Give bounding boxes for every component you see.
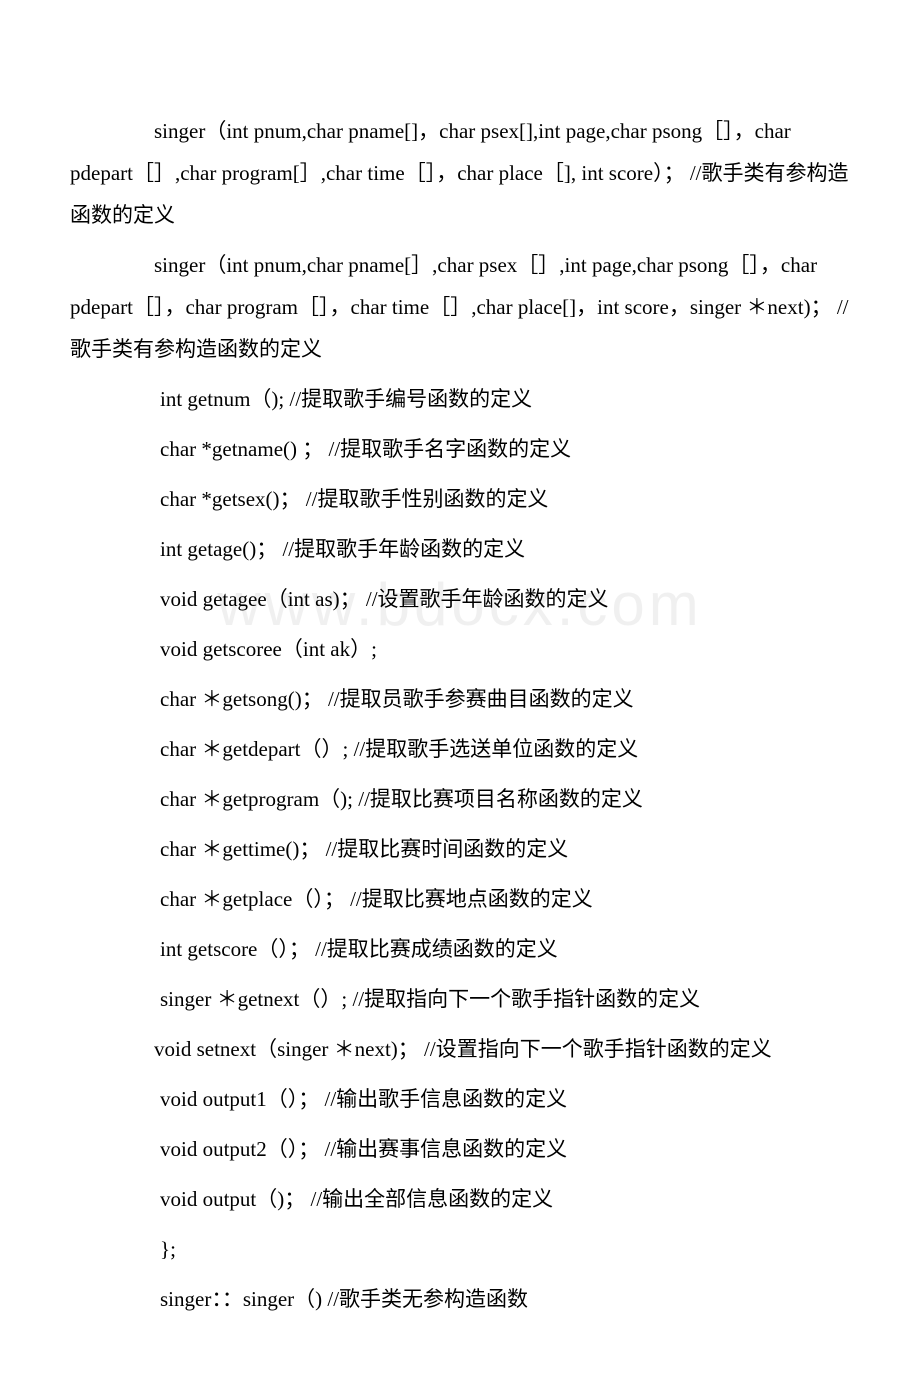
code-line: int getnum（); //提取歌手编号函数的定义 (70, 378, 850, 420)
code-line: singer：：singer（) //歌手类无参构造函数 (70, 1278, 850, 1320)
code-line: void getagee（int as)； //设置歌手年龄函数的定义 (70, 578, 850, 620)
code-line: void output（)； //输出全部信息函数的定义 (70, 1178, 850, 1220)
document-page: singer（int pnum,char pname[]，char psex[]… (0, 0, 920, 1388)
code-lines-container: singer（int pnum,char pname[]，char psex[]… (70, 110, 850, 1320)
code-line: void getscoree（int ak）; (70, 628, 850, 670)
code-line: char *getsex()； //提取歌手性别函数的定义 (70, 478, 850, 520)
code-line: char ＊getdepart（）; //提取歌手选送单位函数的定义 (70, 728, 850, 770)
code-line: void output2（）； //输出赛事信息函数的定义 (70, 1128, 850, 1170)
code-line: singer ＊getnext（）; //提取指向下一个歌手指针函数的定义 (70, 978, 850, 1020)
code-line: char ＊gettime()； //提取比赛时间函数的定义 (70, 828, 850, 870)
code-line: singer（int pnum,char pname[］,char psex［］… (70, 244, 850, 370)
code-line: int getscore（）； //提取比赛成绩函数的定义 (70, 928, 850, 970)
code-line: char ＊getsong()； //提取员歌手参赛曲目函数的定义 (70, 678, 850, 720)
code-line: void output1（）； //输出歌手信息函数的定义 (70, 1078, 850, 1120)
code-line: }; (70, 1228, 850, 1270)
code-line: char ＊getprogram（); //提取比赛项目名称函数的定义 (70, 778, 850, 820)
code-line: char ＊getplace（）； //提取比赛地点函数的定义 (70, 878, 850, 920)
code-line: char *getname() ； //提取歌手名字函数的定义 (70, 428, 850, 470)
code-line: singer（int pnum,char pname[]，char psex[]… (70, 110, 850, 236)
code-line: int getage()； //提取歌手年龄函数的定义 (70, 528, 850, 570)
code-line: void setnext（singer ＊next)； //设置指向下一个歌手指… (70, 1028, 850, 1070)
